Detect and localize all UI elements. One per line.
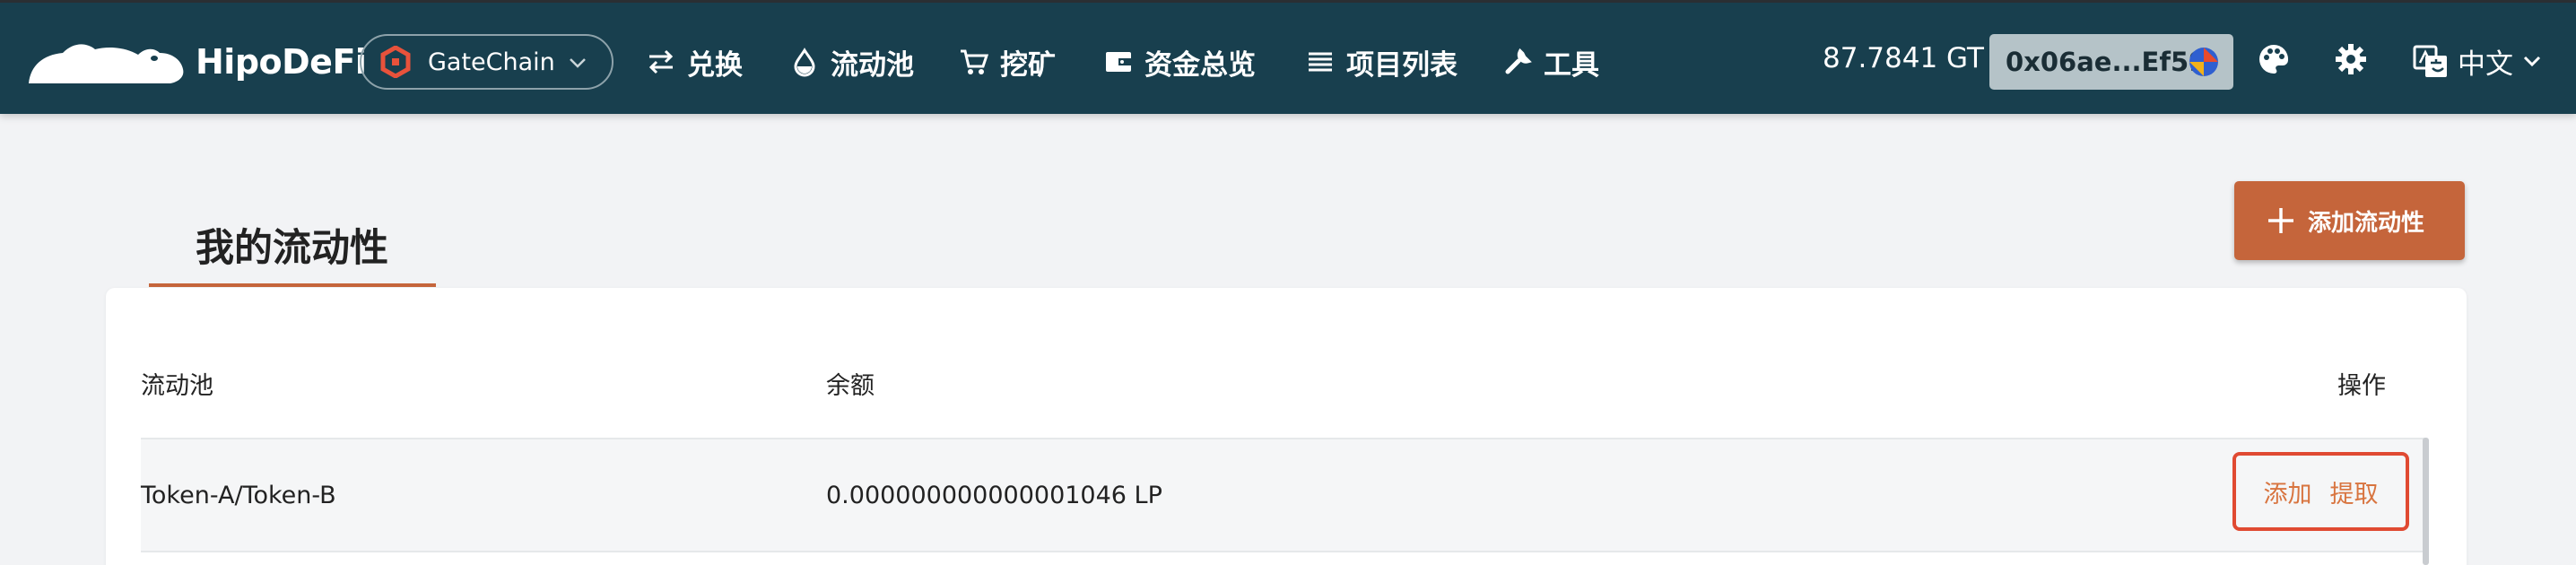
nav-pool[interactable]: 流动池 <box>789 35 914 89</box>
nav-pool-label: 流动池 <box>831 48 914 82</box>
withdraw-link[interactable]: 提取 <box>2330 474 2379 509</box>
nav-swap-label: 兑换 <box>687 48 743 82</box>
row-actions-highlight: 添加 提取 <box>2232 452 2409 531</box>
add-liquidity-label: 添加流动性 <box>2308 209 2425 237</box>
swap-icon <box>646 47 676 77</box>
drop-icon <box>789 47 820 77</box>
chain-selector[interactable]: GateChain <box>360 34 614 90</box>
wallet-icon <box>1103 47 1134 77</box>
gear-icon[interactable] <box>2334 42 2368 76</box>
brand[interactable]: HipoDeFi <box>27 37 367 87</box>
nav-overview-label: 资金总览 <box>1144 48 1256 82</box>
language-label: 中文 <box>2458 48 2513 81</box>
gt-balance: 87.7841 GT <box>1823 42 1984 74</box>
column-header-balance: 余额 <box>826 372 875 400</box>
wrench-icon <box>1502 47 1533 77</box>
language-selector[interactable]: 中文 <box>2413 39 2544 83</box>
wallet-address: 0x06ae...Ef59 <box>2006 47 2207 77</box>
top-navbar: HipoDeFi GateChain 兑换 流动池 挖矿 资金总览 项目列表 工… <box>0 0 2576 114</box>
add-liquidity-button[interactable]: 添加流动性 <box>2234 181 2465 260</box>
add-link[interactable]: 添加 <box>2264 474 2312 509</box>
brand-name: HipoDeFi <box>196 42 367 82</box>
list-icon <box>1305 47 1336 77</box>
chain-name: GateChain <box>428 48 555 76</box>
row-lp-balance: 0.000000000000001046 LP <box>826 482 1162 509</box>
nav-projects[interactable]: 项目列表 <box>1305 35 1458 89</box>
tab-my-liquidity[interactable]: 我的流动性 <box>149 210 436 287</box>
gatechain-icon <box>380 46 411 78</box>
nav-tools-label: 工具 <box>1544 48 1599 82</box>
account-avatar-icon <box>2189 48 2218 76</box>
row-pool-name: Token-A/Token-B <box>141 482 336 509</box>
table-row <box>141 438 2426 552</box>
nav-projects-label: 项目列表 <box>1346 48 1458 82</box>
nav-mining[interactable]: 挖矿 <box>959 35 1056 89</box>
palette-icon[interactable] <box>2257 42 2291 76</box>
nav-overview[interactable]: 资金总览 <box>1103 35 1256 89</box>
nav-mining-label: 挖矿 <box>1000 48 1056 82</box>
cart-icon <box>959 47 989 77</box>
column-header-pool: 流动池 <box>141 372 213 400</box>
nav-tools[interactable]: 工具 <box>1502 35 1599 89</box>
chevron-down-icon <box>570 58 586 68</box>
hippo-logo-icon <box>29 44 184 83</box>
table-scrollbar[interactable] <box>2423 438 2429 565</box>
chevron-down-icon <box>2523 56 2541 67</box>
translate-icon <box>2413 45 2447 77</box>
page-title: 我的流动性 <box>196 226 388 271</box>
wallet-address-button[interactable]: 0x06ae...Ef59 <box>1989 34 2233 90</box>
nav-swap[interactable]: 兑换 <box>646 35 743 89</box>
plus-icon <box>2268 208 2293 233</box>
column-header-action: 操作 <box>2337 372 2386 400</box>
